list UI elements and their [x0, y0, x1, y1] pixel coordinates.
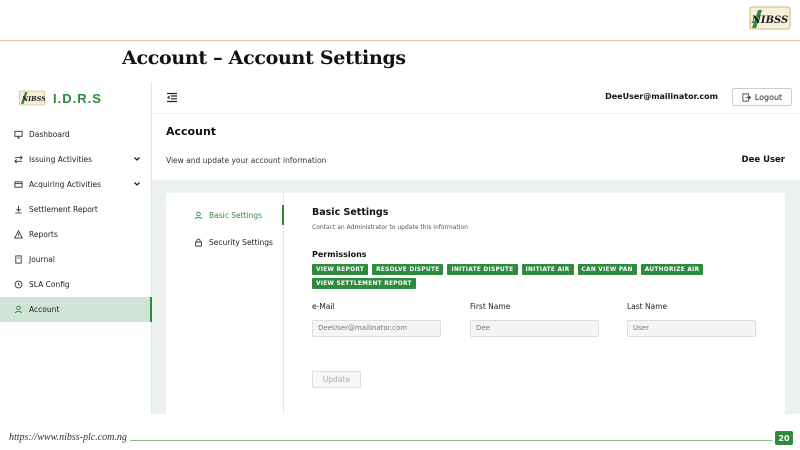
last-name-field[interactable]: [627, 319, 756, 337]
svg-text:NIBSS: NIBSS: [21, 95, 45, 103]
permission-badge: INITIATE AIR: [521, 264, 574, 275]
settings-tabs: Basic Settings Security Settings: [166, 193, 284, 414]
tab-label: Basic Settings: [209, 211, 263, 220]
sidebar-item-account[interactable]: Account: [0, 297, 152, 322]
sidebar-item-label: Reports: [29, 230, 58, 239]
permission-badge: VIEW SETTLEMENT REPORT: [312, 278, 416, 289]
chevron-down-icon[interactable]: [133, 155, 141, 163]
page-title: Account: [166, 125, 217, 138]
brand[interactable]: NIBSS I.D.R.S: [19, 90, 102, 106]
user-email: DeeUser@mailinator.com: [605, 92, 718, 101]
sidebar-item-issuing-activities[interactable]: Issuing Activities: [0, 147, 152, 172]
lock-icon: [195, 238, 202, 247]
section-note: Contact an Administrator to update this …: [312, 224, 468, 231]
card-icon: [14, 180, 23, 189]
logout-button[interactable]: Logout: [732, 88, 792, 106]
permission-badge: INITIATE DISPUTE: [447, 264, 518, 275]
document-icon: [14, 255, 23, 264]
footer-divider: [130, 440, 772, 441]
sidebar-item-sla-config[interactable]: SLA Config: [0, 272, 152, 297]
permissions-label: Permissions: [312, 250, 367, 259]
nibss-logo: NIBSS: [749, 6, 791, 30]
last-name-field-group: Last Name: [627, 302, 756, 337]
sidebar-item-label: Journal: [29, 255, 55, 264]
page-header: Account View and update your account inf…: [152, 114, 800, 180]
sidebar-nav: Dashboard Issuing Activities Acquiring A…: [0, 122, 152, 322]
tab-label: Security Settings: [209, 238, 273, 247]
user-icon: [14, 305, 23, 314]
sidebar-item-label: Issuing Activities: [29, 155, 92, 164]
permission-badge: RESOLVE DISPUTE: [372, 264, 444, 275]
monitor-icon: [14, 130, 23, 139]
email-field[interactable]: [312, 319, 441, 337]
permission-badge: CAN VIEW PAN: [577, 264, 637, 275]
footer-url: https://www.nibss-plc.com.ng: [9, 432, 127, 443]
permission-badge: AUTHORIZE AIR: [640, 264, 704, 275]
permissions-list: VIEW REPORT RESOLVE DISPUTE INITIATE DIS…: [312, 264, 732, 289]
active-tab-indicator: [282, 205, 284, 225]
sidebar-item-label: Account: [29, 305, 60, 314]
menu-collapse-icon[interactable]: [166, 92, 178, 103]
brand-logo-icon: NIBSS: [19, 90, 45, 106]
chevron-down-icon[interactable]: [133, 180, 141, 188]
user-name: Dee User: [741, 155, 785, 165]
sidebar-item-reports[interactable]: Reports: [0, 222, 152, 247]
sidebar-item-label: SLA Config: [29, 280, 70, 289]
update-button[interactable]: Update: [312, 371, 361, 388]
first-name-field-group: First Name: [470, 302, 599, 337]
sidebar-item-label: Dashboard: [29, 130, 70, 139]
transfer-icon: [14, 155, 23, 164]
sidebar-item-label: Acquiring Activities: [29, 180, 102, 189]
logout-label: Logout: [754, 92, 783, 102]
first-name-field[interactable]: [470, 319, 599, 337]
page-subtitle: View and update your account information: [166, 156, 327, 165]
logout-icon: [742, 92, 751, 102]
settings-card: Basic Settings Security Settings Basic S…: [166, 193, 785, 414]
sidebar-item-journal[interactable]: Journal: [0, 247, 152, 272]
svg-text:NIBSS: NIBSS: [751, 15, 789, 26]
slide-title: Account – Account Settings: [122, 47, 406, 69]
download-icon: [14, 205, 23, 214]
first-name-label: First Name: [470, 302, 511, 311]
page-number: 20: [775, 431, 793, 445]
sidebar-item-acquiring-activities[interactable]: Acquiring Activities: [0, 172, 152, 197]
top-divider: [0, 40, 800, 41]
app-window: NIBSS I.D.R.S Dashboard Issuing Activiti…: [0, 82, 800, 414]
permission-badge: VIEW REPORT: [312, 264, 369, 275]
sidebar: NIBSS I.D.R.S Dashboard Issuing Activiti…: [0, 82, 152, 414]
last-name-label: Last Name: [627, 302, 668, 311]
top-bar: DeeUser@mailinator.com Logout: [152, 82, 800, 114]
section-title: Basic Settings: [312, 207, 389, 218]
sidebar-item-settlement-report[interactable]: Settlement Report: [0, 197, 152, 222]
warning-icon: [14, 230, 23, 239]
tab-basic-settings[interactable]: Basic Settings: [194, 211, 262, 220]
sidebar-item-dashboard[interactable]: Dashboard: [0, 122, 152, 147]
sidebar-item-label: Settlement Report: [29, 205, 98, 214]
user-icon: [194, 211, 203, 220]
tab-security-settings[interactable]: Security Settings: [194, 238, 273, 247]
brand-name: I.D.R.S: [53, 90, 102, 106]
email-field-group: e-Mail: [312, 302, 441, 337]
clock-icon: [14, 280, 23, 289]
email-label: e-Mail: [312, 302, 335, 311]
